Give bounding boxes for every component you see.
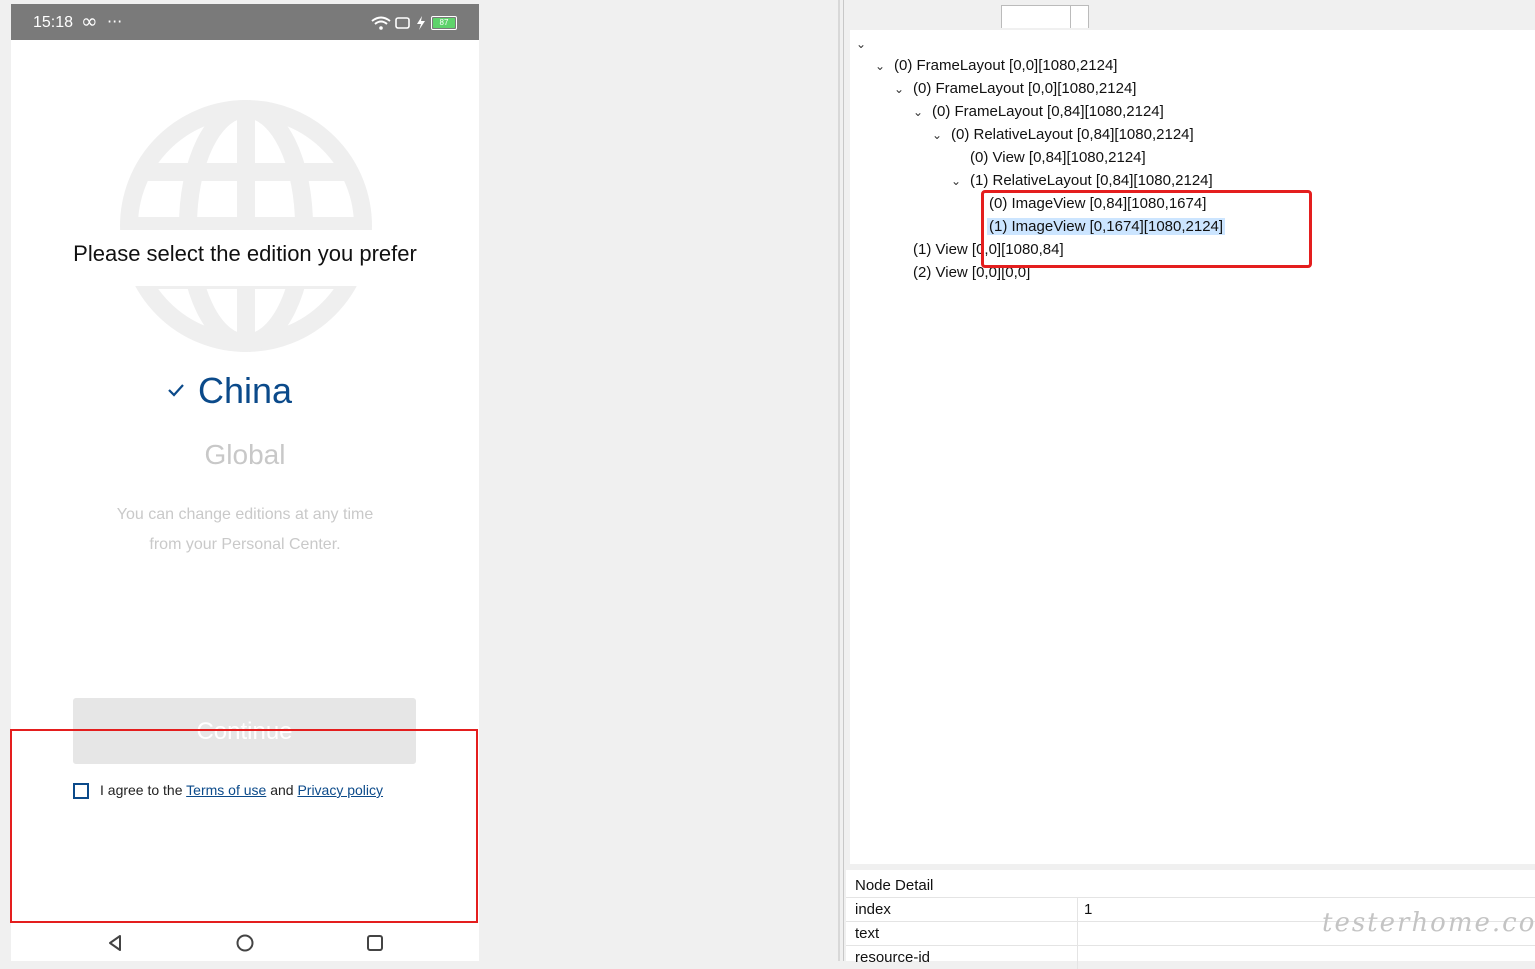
tree-node-label: (0) View [0,84][1080,2124] [970, 149, 1146, 166]
panel-divider-edge [843, 0, 844, 961]
status-icons: 87 [371, 16, 471, 32]
detail-column-divider [1077, 922, 1078, 945]
detail-column-divider [1077, 898, 1078, 921]
chevron-down-icon[interactable]: ⌄ [894, 79, 906, 99]
edition-hint: You can change editions at any time from… [11, 500, 479, 560]
detail-key: resource-id [855, 949, 931, 966]
tree-node[interactable]: ⌄ (0) RelativeLayout [0,84][1080,2124] [932, 125, 1194, 145]
detail-row-resource-id[interactable]: resource-id [846, 945, 1535, 969]
chevron-down-icon[interactable]: ⌄ [875, 56, 887, 76]
tree-node-label: (1) RelativeLayout [0,84][1080,2124] [970, 172, 1213, 189]
detail-key: text [855, 925, 880, 942]
tree-root-chevron[interactable]: ⌄ [856, 34, 875, 54]
hint-line-2: from your Personal Center. [149, 536, 341, 553]
hint-line-1: You can change editions at any time [116, 506, 374, 523]
highlight-box-tree [981, 190, 1312, 268]
home-icon[interactable] [235, 933, 255, 953]
tree-node[interactable]: ⌄ (0) FrameLayout [0,0][1080,2124] [894, 79, 1136, 99]
status-time: 15:18 [33, 14, 74, 31]
page-title: Please select the edition you prefer [73, 241, 417, 266]
battery-level: 87 [433, 18, 455, 28]
panel-divider[interactable] [838, 0, 840, 961]
edition-option-china[interactable]: China [11, 370, 479, 412]
more-dots-icon: ··· [107, 12, 123, 31]
tree-node[interactable]: ⌄ (1) RelativeLayout [0,84][1080,2124] [951, 171, 1213, 191]
recents-icon[interactable] [365, 933, 385, 953]
status-bar: 15:18 ∞ ··· 87 [11, 4, 479, 40]
navigation-bar [11, 925, 479, 961]
tree-node-label: (0) FrameLayout [0,0][1080,2124] [913, 80, 1137, 97]
detail-column-divider [1077, 946, 1078, 969]
node-detail-title: Node Detail [855, 877, 934, 894]
tree-node[interactable]: (0) View [0,84][1080,2124] [970, 148, 1146, 168]
highlight-box-bottom [10, 729, 478, 923]
charging-icon [417, 16, 425, 30]
back-icon[interactable] [106, 933, 126, 953]
panel-tabs [1001, 5, 1089, 28]
chevron-down-icon[interactable]: ⌄ [932, 125, 944, 145]
tree-node[interactable]: ⌄ (0) FrameLayout [0,0][1080,2124] [875, 56, 1117, 76]
battery-icon: 87 [431, 16, 457, 30]
watermark: testerhome.com [1322, 908, 1535, 938]
detail-value: 1 [1084, 901, 1093, 918]
chevron-down-icon[interactable]: ⌄ [951, 171, 963, 191]
tree-node-label: (0) FrameLayout [0,0][1080,2124] [894, 57, 1118, 74]
tab-secondary[interactable] [1070, 5, 1089, 28]
tree-node[interactable]: ⌄ (0) FrameLayout [0,84][1080,2124] [913, 102, 1164, 122]
edition-option-global[interactable]: Global [11, 439, 479, 471]
screen-rotate-icon [395, 17, 410, 29]
wifi-icon [371, 16, 391, 30]
tab-primary[interactable] [1001, 5, 1071, 28]
tree-node-label: (0) RelativeLayout [0,84][1080,2124] [951, 126, 1194, 143]
hierarchy-tree: ⌄ ⌄ (0) FrameLayout [0,0][1080,2124] ⌄ (0)… [850, 30, 1535, 864]
tree-node-label: (0) FrameLayout [0,84][1080,2124] [932, 103, 1164, 120]
globe-icon [120, 100, 372, 352]
infinity-icon: ∞ [81, 9, 98, 33]
chevron-down-icon[interactable]: ⌄ [913, 102, 925, 122]
chevron-down-icon[interactable]: ⌄ [856, 34, 868, 54]
detail-key: index [855, 901, 891, 918]
